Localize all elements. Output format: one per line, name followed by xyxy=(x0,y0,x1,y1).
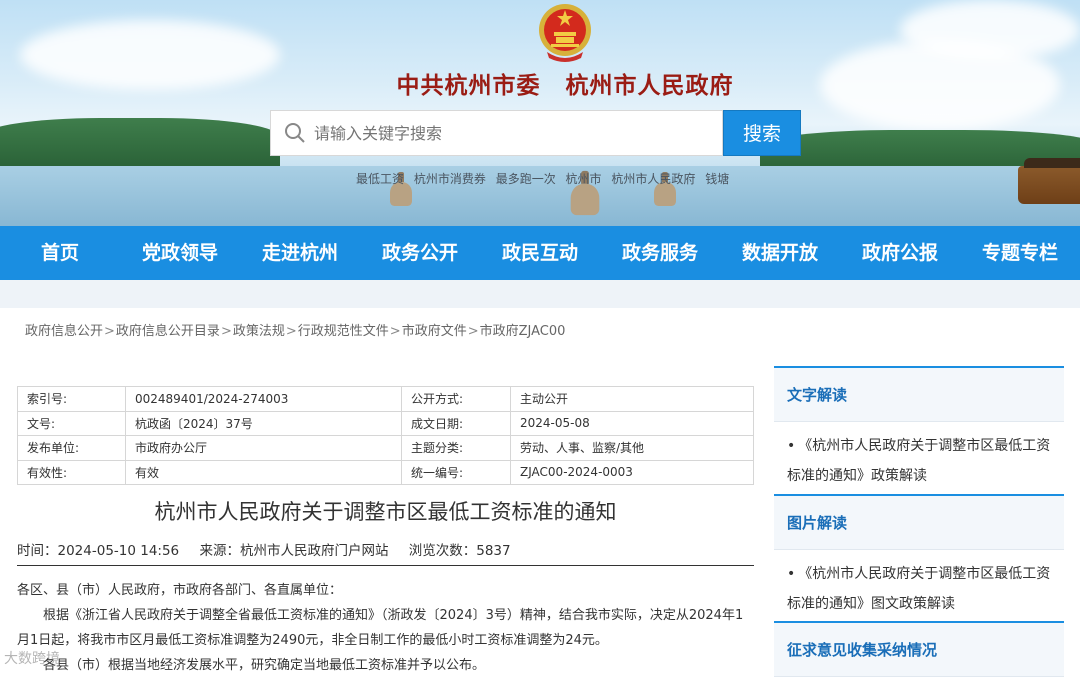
nav-item-gov-affairs[interactable]: 政务公开 xyxy=(360,226,480,280)
bullet-icon: • xyxy=(787,438,796,454)
meta-value: 市政府办公厅 xyxy=(125,435,402,461)
header-banner: 中共杭州市委 杭州市人民政府 搜索 最低工资 杭州市消费券 最多跑一次 杭州市 … xyxy=(0,0,1080,226)
breadcrumb-item[interactable]: 行政规范性文件 xyxy=(298,324,389,339)
site-title-government: 杭州市人民政府 xyxy=(565,72,734,99)
table-row: 文号: 杭政函〔2024〕37号 成文日期: 2024-05-08 xyxy=(17,410,754,436)
meta-value: 杭政函〔2024〕37号 xyxy=(125,410,402,436)
breadcrumb-item[interactable]: 政府信息公开 xyxy=(25,324,103,339)
breadcrumb-item[interactable]: 政策法规 xyxy=(233,324,285,339)
sidebar-link[interactable]: • 《杭州市人民政府关于调整市区最低工资标准的通知》图文政策解读 xyxy=(774,550,1064,619)
breadcrumb-item[interactable]: 市政府ZJAC00 xyxy=(480,324,566,339)
nav-item-home[interactable]: 首页 xyxy=(0,226,120,280)
hot-word-link[interactable]: 杭州市 xyxy=(566,172,602,186)
trees-decoration xyxy=(0,118,280,166)
sidebar-image-interpretation: 图片解读 • 《杭州市人民政府关于调整市区最低工资标准的通知》图文政策解读 xyxy=(774,494,1064,619)
bullet-icon: • xyxy=(787,566,796,582)
document-title: 杭州市人民政府关于调整市区最低工资标准的通知 xyxy=(154,500,617,524)
nav-strip xyxy=(0,280,1080,308)
document-info: 时间：2024-05-10 14:56 来源：杭州市人民政府门户网站 浏览次数：… xyxy=(17,539,527,559)
sidebar-link[interactable]: • 《杭州市人民政府关于调整市区最低工资标准的通知》政策解读 xyxy=(774,422,1064,491)
meta-key: 主题分类: xyxy=(401,435,511,461)
sidebar-heading: 图片解读 xyxy=(774,496,1064,550)
divider xyxy=(17,565,754,566)
hot-word-link[interactable]: 杭州市消费券 xyxy=(414,172,486,186)
boat-decoration xyxy=(1018,158,1080,204)
hot-words: 最低工资 杭州市消费券 最多跑一次 杭州市 杭州市人民政府 钱塘 xyxy=(356,170,735,187)
site-title: 中共杭州市委 杭州市人民政府 xyxy=(0,66,1080,100)
meta-key: 文号: xyxy=(17,410,126,436)
nav-item-leaders[interactable]: 党政领导 xyxy=(120,226,240,280)
breadcrumb-item[interactable]: 政府信息公开目录 xyxy=(116,324,220,339)
meta-key: 有效性: xyxy=(17,459,126,485)
cloud-decoration xyxy=(900,0,1080,60)
document-paragraph: 各县（市）根据当地经济发展水平，研究确定当地最低工资标准并予以公布。 xyxy=(43,658,486,673)
table-row: 索引号: 002489401/2024-274003 公开方式: 主动公开 xyxy=(17,386,754,412)
nav-item-interaction[interactable]: 政民互动 xyxy=(480,226,600,280)
document-body: 各区、县（市）人民政府，市政府各部门、各直属单位： 根据《浙江省人民政府关于调整… xyxy=(17,578,754,678)
document-paragraph: 根据《浙江省人民政府关于调整全省最低工资标准的通知》（浙政发〔2024〕3号）精… xyxy=(17,608,744,648)
nav-item-special-topics[interactable]: 专题专栏 xyxy=(960,226,1080,280)
breadcrumb-item[interactable]: 市政府文件 xyxy=(402,324,467,339)
nav-item-about-hangzhou[interactable]: 走进杭州 xyxy=(240,226,360,280)
sidebar-heading: 文字解读 xyxy=(774,368,1064,422)
meta-key: 统一编号: xyxy=(401,459,511,485)
meta-key: 索引号: xyxy=(17,386,126,412)
nav-item-gazette[interactable]: 政府公报 xyxy=(840,226,960,280)
hot-word-link[interactable]: 杭州市人民政府 xyxy=(611,172,695,186)
meta-key: 成文日期: xyxy=(401,410,511,436)
search-button[interactable]: 搜索 xyxy=(723,110,801,156)
nav-item-services[interactable]: 政务服务 xyxy=(600,226,720,280)
meta-key: 公开方式: xyxy=(401,386,511,412)
meta-key: 发布单位: xyxy=(17,435,126,461)
document-meta-table: 索引号: 002489401/2024-274003 公开方式: 主动公开 文号… xyxy=(17,386,754,485)
search-box xyxy=(270,110,723,156)
table-row: 发布单位: 市政府办公厅 主题分类: 劳动、人事、监察/其他 xyxy=(17,435,754,461)
site-title-party: 中共杭州市委 xyxy=(396,72,541,99)
search-input[interactable] xyxy=(314,123,694,143)
publish-time: 时间：2024-05-10 14:56 xyxy=(17,543,180,559)
watermark: 大数跨境 xyxy=(4,651,60,667)
document-salutation: 各区、县（市）人民政府，市政府各部门、各直属单位： xyxy=(17,583,343,598)
nav-item-open-data[interactable]: 数据开放 xyxy=(720,226,840,280)
breadcrumb: 政府信息公开>政府信息公开目录>政策法规>行政规范性文件>市政府文件>市政府ZJ… xyxy=(25,324,566,339)
meta-value: ZJAC00-2024-0003 xyxy=(510,459,754,485)
hot-word-link[interactable]: 最低工资 xyxy=(356,172,404,186)
sidebar-feedback: 征求意见收集采纳情况 xyxy=(774,621,1064,677)
view-count: 浏览次数：5837 xyxy=(408,543,511,559)
table-row: 有效性: 有效 统一编号: ZJAC00-2024-0003 xyxy=(17,459,754,485)
hot-word-link[interactable]: 最多跑一次 xyxy=(496,172,556,186)
national-emblem-icon xyxy=(539,4,591,62)
main-nav: 首页 党政领导 走进杭州 政务公开 政民互动 政务服务 数据开放 政府公报 专题… xyxy=(0,226,1080,280)
meta-value: 主动公开 xyxy=(510,386,754,412)
meta-value: 有效 xyxy=(125,459,402,485)
sidebar-heading: 征求意见收集采纳情况 xyxy=(774,623,1064,677)
document-source: 来源：杭州市人民政府门户网站 xyxy=(199,543,389,559)
search-icon xyxy=(285,123,305,143)
meta-value: 劳动、人事、监察/其他 xyxy=(510,435,754,461)
meta-value: 002489401/2024-274003 xyxy=(125,386,402,412)
meta-value: 2024-05-08 xyxy=(510,410,754,436)
sidebar-text-interpretation: 文字解读 • 《杭州市人民政府关于调整市区最低工资标准的通知》政策解读 xyxy=(774,366,1064,491)
hot-word-link[interactable]: 钱塘 xyxy=(705,172,729,186)
